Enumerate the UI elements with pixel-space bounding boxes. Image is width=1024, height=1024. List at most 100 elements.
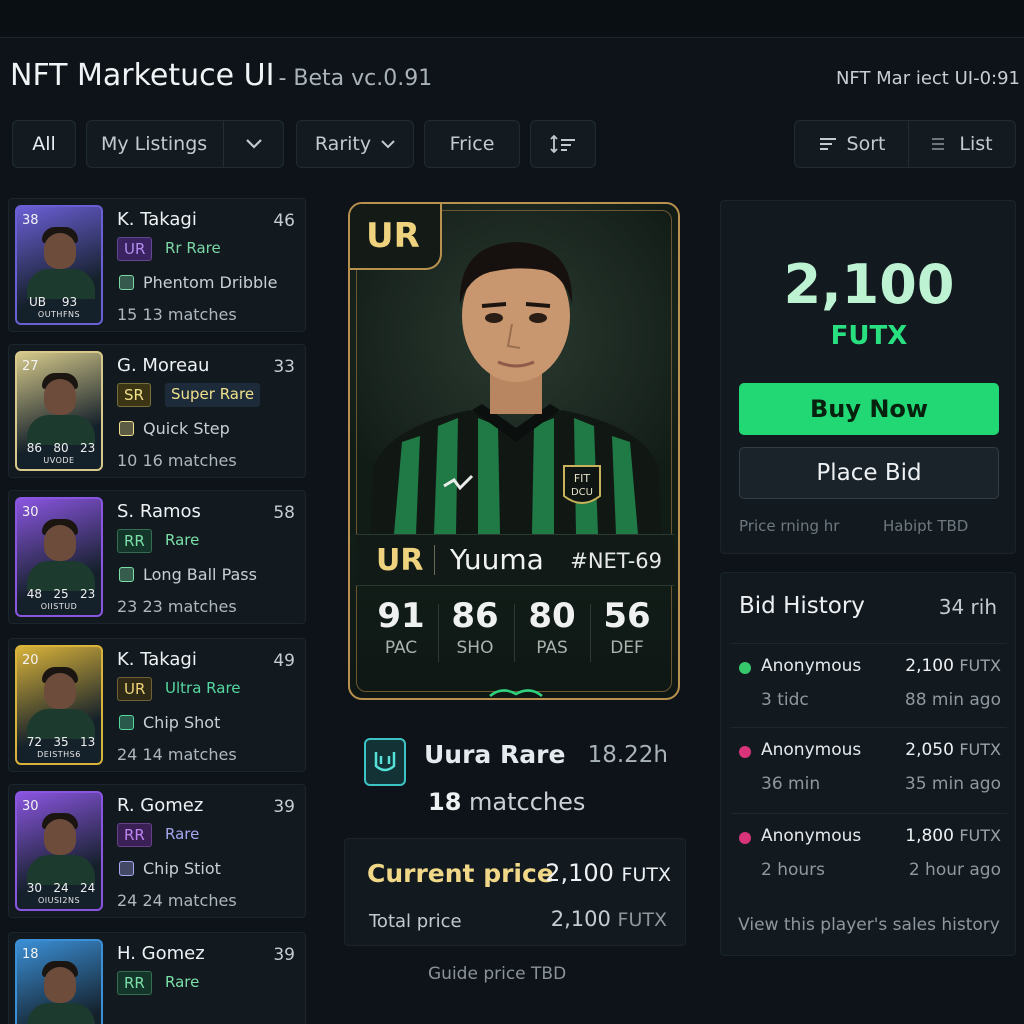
- player-thumbnail: 18: [15, 939, 103, 1024]
- skill-icon: [119, 861, 134, 876]
- player-card[interactable]: 38 UB 93 OUTHFNS K. Takagi 46 UR Rr Rare Phentom…: [8, 198, 306, 332]
- match-count: 24 24 matches: [117, 891, 237, 910]
- player-name: K. Takagi: [117, 209, 197, 230]
- thumb-rating: 38: [22, 213, 39, 228]
- sales-history-link[interactable]: View this player's sales history: [721, 915, 1017, 935]
- player-card[interactable]: 30 48 25 23 OIISTUD S. Ramos 58 RR Rare Long Ball…: [8, 490, 306, 624]
- bid-row: Anonymous 2,050 FUTX 36 min 35 min ago: [731, 727, 1007, 807]
- rarity-badge: SR: [117, 383, 151, 407]
- listing-price: 2,100: [783, 253, 955, 316]
- rarity-label: Rr Rare: [165, 239, 221, 257]
- thumb-stats: 72 35 13: [26, 735, 96, 749]
- player-rating: 49: [273, 651, 295, 671]
- player-name-band: UR Yuuma #NET-69: [356, 534, 674, 586]
- bid-time: 35 min ago: [904, 774, 1001, 794]
- thumb-face: [44, 379, 76, 415]
- rarity-dropdown[interactable]: Rarity: [296, 120, 414, 168]
- price-filter-button[interactable]: Frice: [424, 120, 520, 168]
- rarity-label: Super Rare: [165, 383, 261, 407]
- total-price-label: Total price: [369, 911, 462, 932]
- sort-button[interactable]: Sort: [794, 120, 910, 168]
- total-price-value: 2,100 FUTX: [550, 907, 667, 931]
- chevron-down-icon: [246, 139, 262, 149]
- thumb-face: [44, 819, 76, 855]
- player-card[interactable]: 27 86 80 23 UVODE G. Moreau 33 SR Super Rare Quic…: [8, 344, 306, 478]
- thumb-stats: 86 80 23: [26, 441, 96, 455]
- thumb-face: [44, 673, 76, 709]
- stat-def: 56 DEF: [603, 596, 651, 658]
- match-count: 10 16 matches: [117, 451, 237, 470]
- skill-name: Long Ball Pass: [143, 565, 257, 584]
- filter-all-button[interactable]: All: [12, 120, 76, 168]
- player-thumbnail: 30 30 24 24 OIUSI2NS: [15, 791, 103, 911]
- price-note: Price rning hr: [739, 517, 840, 535]
- thumb-rating: 30: [22, 799, 39, 814]
- rarity-summary: Uura Rare 18.22h 18 matcches: [362, 738, 682, 848]
- bid-status-icon: [739, 746, 751, 758]
- bid-row: Anonymous 2,100 FUTX 3 tidc 88 min ago: [731, 643, 1007, 723]
- thumb-name: OUTHFNS: [37, 310, 81, 319]
- bid-duration: 3 tidc: [761, 690, 809, 710]
- player-card[interactable]: 18 H. Gomez 39 RR Rare: [8, 932, 306, 1024]
- thumb-face: [44, 967, 76, 1003]
- thumb-name: DEISTHS6: [37, 750, 81, 759]
- place-bid-button[interactable]: Place Bid: [739, 447, 999, 499]
- bid-history-title: Bid History: [739, 593, 865, 619]
- player-card[interactable]: 30 30 24 24 OIUSI2NS R. Gomez 39 RR Rare Chip Sti…: [8, 784, 306, 918]
- bidder-name: Anonymous: [761, 656, 862, 676]
- thumb-stats: UB 93: [28, 295, 78, 309]
- bidder-name: Anonymous: [761, 740, 862, 760]
- sort-order-button[interactable]: [530, 120, 596, 168]
- bid-time: 88 min ago: [904, 690, 1001, 710]
- ultra-rare-icon: [364, 738, 406, 786]
- player-list: 38 UB 93 OUTHFNS K. Takagi 46 UR Rr Rare Phentom…: [8, 198, 306, 1024]
- player-name: K. Takagi: [117, 649, 197, 670]
- bid-row: Anonymous 1,800 FUTX 2 hours 2 hour ago: [731, 813, 1007, 893]
- bid-amount: 2,050 FUTX: [905, 740, 1001, 760]
- skill-name: Phentom Dribble: [143, 273, 278, 292]
- player-name: S. Ramos: [117, 501, 201, 522]
- list-icon: [932, 138, 945, 150]
- player-rating: 58: [273, 503, 295, 523]
- player-thumbnail: 27 86 80 23 UVODE: [15, 351, 103, 471]
- player-rating: 39: [273, 945, 295, 965]
- skill-name: Chip Stiot: [143, 859, 221, 878]
- chevron-down-icon: [381, 140, 395, 149]
- rarity-name: Uura Rare: [424, 740, 566, 769]
- bid-history-panel: Bid History 34 rih Anonymous 2,100 FUTX …: [720, 572, 1016, 956]
- player-thumbnail: 38 UB 93 OUTHFNS: [15, 205, 103, 325]
- rarity-badge: UR: [117, 677, 153, 701]
- thumb-name: OIISTUD: [40, 602, 78, 611]
- thumb-stats: 30 24 24: [26, 881, 96, 895]
- featured-player-card[interactable]: FIT DCU UR UR Yuuma #NET-69 91 PAC 86 SHO …: [348, 202, 680, 700]
- thumb-rating: 27: [22, 359, 39, 374]
- match-count: 24 14 matches: [117, 745, 237, 764]
- thumb-stats: 48 25 23: [26, 587, 96, 601]
- thumb-shirt: [27, 1003, 95, 1024]
- bid-amount: 1,800 FUTX: [905, 826, 1001, 846]
- list-view-button[interactable]: List: [908, 120, 1016, 168]
- name-band-rarity: UR: [376, 543, 424, 578]
- player-thumbnail: 30 48 25 23 OIISTUD: [15, 497, 103, 617]
- buy-now-button[interactable]: Buy Now: [739, 383, 999, 435]
- bid-count: 34 rih: [938, 595, 997, 619]
- rarity-badge: UR: [117, 237, 153, 261]
- player-card[interactable]: 20 72 35 13 DEISTHS6 K. Takagi 49 UR Ultra Rare C…: [8, 638, 306, 772]
- habit-note: Habipt TBD: [883, 517, 969, 535]
- rarity-badge: RR: [117, 971, 152, 995]
- rarity-label: Ultra Rare: [165, 679, 241, 697]
- matches-count: 18 matcches: [428, 788, 586, 816]
- skill-icon: [119, 275, 134, 290]
- top-strip: [0, 0, 1024, 38]
- match-count: 23 23 matches: [117, 597, 237, 616]
- my-listings-dropdown[interactable]: My Listings: [86, 120, 284, 168]
- price-summary: Current price 2,100 FUTX Total price 2,1…: [344, 838, 686, 946]
- bid-duration: 2 hours: [761, 860, 826, 880]
- bid-amount: 2,100 FUTX: [905, 656, 1001, 676]
- bid-status-icon: [739, 662, 751, 674]
- header-right-label: NFT Mar iect UI-0:91: [835, 68, 1020, 89]
- player-name: R. Gomez: [117, 795, 204, 816]
- thumb-name: OIUSI2NS: [37, 896, 81, 905]
- thumb-face: [44, 233, 76, 269]
- rarity-label: Rare: [165, 825, 200, 843]
